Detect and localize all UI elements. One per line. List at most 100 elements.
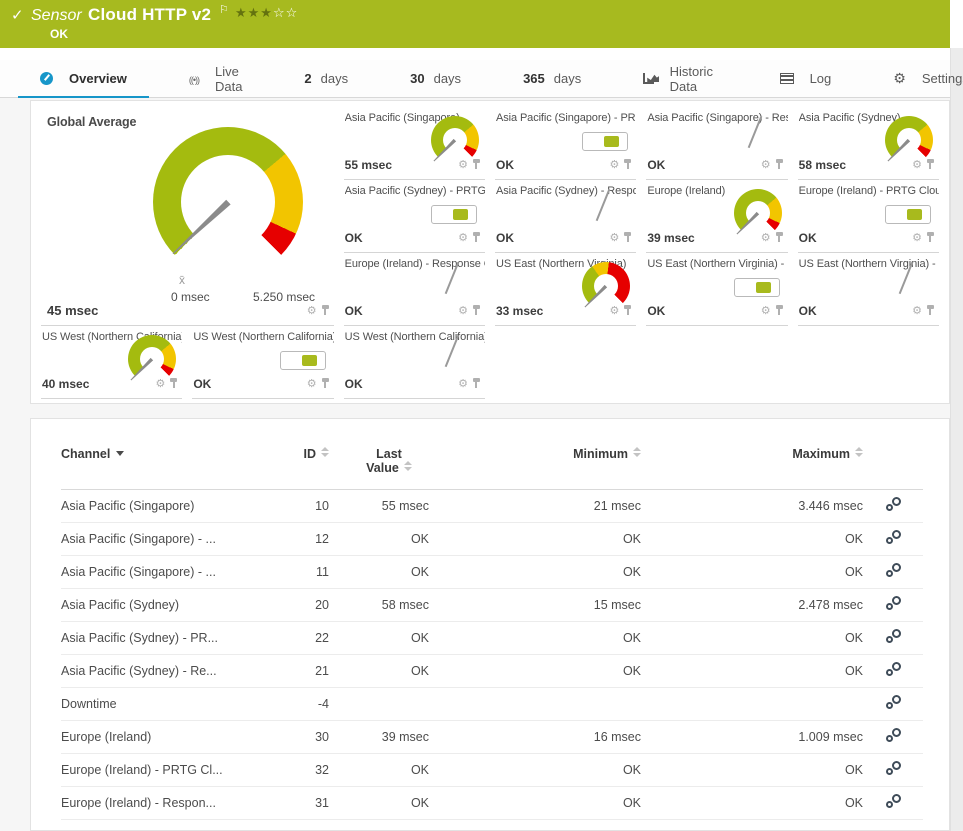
pin-icon[interactable]	[775, 305, 784, 315]
pin-icon[interactable]	[926, 159, 935, 169]
gear-icon[interactable]	[609, 301, 619, 319]
pin-icon[interactable]	[926, 305, 935, 315]
pin-icon[interactable]	[321, 305, 330, 315]
pin-icon[interactable]	[926, 232, 935, 242]
ok-switch-indicator	[582, 132, 629, 151]
tab-settings[interactable]: Settings	[883, 60, 963, 98]
pin-icon[interactable]	[169, 378, 178, 388]
tab-30-days[interactable]: 30 days	[400, 60, 471, 98]
column-header-minimum[interactable]: Minimum	[429, 439, 641, 490]
channel-row-30[interactable]: Europe (Ireland) 30 39 msec 16 msec 1.00…	[61, 720, 923, 754]
gear-icon[interactable]	[458, 228, 468, 246]
channel-settings-icon[interactable]	[885, 695, 901, 710]
gear-icon[interactable]	[609, 228, 619, 246]
channel-settings-icon[interactable]	[885, 794, 901, 809]
channel-name: Europe (Ireland) - Respon...	[61, 786, 249, 820]
gear-icon[interactable]	[912, 228, 922, 246]
cell-actions	[609, 228, 632, 246]
channel-last-value: OK	[495, 231, 514, 245]
column-header-id[interactable]: ID	[249, 439, 329, 490]
gear-icon[interactable]	[307, 374, 317, 392]
channel-id: -4	[249, 687, 329, 721]
pin-icon[interactable]	[472, 305, 481, 315]
channel-settings-icon[interactable]	[885, 629, 901, 644]
channel-row-12[interactable]: Asia Pacific (Singapore) - ... 12 OK OK …	[61, 522, 923, 556]
channel-settings-icon[interactable]	[885, 662, 901, 677]
channel-last-value: OK	[798, 304, 817, 318]
tab-365-days[interactable]: 365 days	[513, 60, 591, 98]
stars-filled: ★★★	[235, 5, 273, 20]
gauge-cell-asia-pacific-singapore: Asia Pacific (Singapore) 55 msec	[343, 107, 485, 180]
page-title: Cloud HTTP v2	[88, 5, 212, 24]
tab-2-days[interactable]: 2 days	[294, 60, 358, 98]
pin-icon[interactable]	[321, 378, 330, 388]
pin-icon[interactable]	[472, 232, 481, 242]
column-header-last-value[interactable]: Last Value	[329, 439, 429, 490]
channel-settings-icon[interactable]	[885, 497, 901, 512]
gear-icon[interactable]	[761, 155, 771, 173]
cell-actions	[458, 228, 481, 246]
channel-gauge-title: Asia Pacific (Singapore) - Res...	[647, 112, 788, 124]
gear-icon[interactable]	[458, 155, 468, 173]
channel-row-10[interactable]: Asia Pacific (Singapore) 10 55 msec 21 m…	[61, 489, 923, 523]
pin-icon[interactable]	[775, 232, 784, 242]
priority-star-rating[interactable]: ★★★☆☆	[235, 5, 298, 21]
gear-icon[interactable]	[458, 301, 468, 319]
sort-desc-icon	[116, 451, 125, 456]
tab-log[interactable]: Log	[770, 60, 842, 98]
gear-icon[interactable]	[912, 155, 922, 173]
pin-icon[interactable]	[623, 159, 632, 169]
pin-icon[interactable]	[623, 305, 632, 315]
gauge-icon	[40, 72, 53, 85]
channel-settings-icon[interactable]	[885, 596, 901, 611]
gear-icon[interactable]	[761, 301, 771, 319]
flag-icon[interactable]: ⚐	[219, 3, 229, 16]
cell-actions	[912, 301, 935, 319]
tab-historic-data[interactable]: Historic Data	[633, 60, 727, 98]
channel-gauge-title: Europe (Ireland) - PRTG Cloud...	[798, 185, 939, 197]
gear-icon[interactable]	[609, 155, 619, 173]
gear-icon[interactable]	[155, 374, 165, 392]
gear-icon[interactable]	[761, 228, 771, 246]
channel-last-value: OK	[495, 158, 514, 172]
channel-row-20[interactable]: Asia Pacific (Sydney) 20 58 msec 15 msec…	[61, 588, 923, 622]
channel-settings-icon[interactable]	[885, 728, 901, 743]
ok-switch-indicator	[430, 205, 477, 224]
cell-actions	[609, 301, 632, 319]
column-header-maximum[interactable]: Maximum	[641, 439, 863, 490]
channel-row-21[interactable]: Asia Pacific (Sydney) - Re... 21 OK OK O…	[61, 654, 923, 688]
channel-settings-icon[interactable]	[885, 761, 901, 776]
channel-last-value: 33 msec	[495, 304, 544, 318]
gear-icon[interactable]	[912, 301, 922, 319]
gauge-cell-us-east-northern-virginia-2: US East (Northern Virginia) - ... OK	[646, 253, 788, 326]
gear-icon[interactable]	[458, 374, 468, 392]
broadcast-icon	[189, 71, 199, 86]
channel-id: 30	[249, 720, 329, 754]
pin-icon[interactable]	[623, 232, 632, 242]
global-average-gauge: x̄	[153, 127, 303, 287]
gauge-cell-us-west-northern-california: US West (Northern California) 40 msec	[41, 326, 183, 399]
channel-maximum: 3.446 msec	[641, 489, 863, 523]
scrollbar-track[interactable]	[950, 48, 963, 831]
tab-live-data[interactable]: Live Data	[179, 60, 253, 98]
cell-actions	[458, 301, 481, 319]
channel-row--4[interactable]: Downtime -4	[61, 687, 923, 721]
channel-settings-icon[interactable]	[885, 563, 901, 578]
channel-maximum: 2.478 msec	[641, 588, 863, 622]
channel-gauge-title: Asia Pacific (Sydney) - PRTG ...	[344, 185, 485, 197]
channel-row-11[interactable]: Asia Pacific (Singapore) - ... 11 OK OK …	[61, 555, 923, 589]
tab-overview[interactable]: Overview	[18, 60, 149, 99]
column-header-channel[interactable]: Channel	[61, 439, 249, 490]
channel-name: Asia Pacific (Sydney)	[61, 588, 249, 622]
channel-last-value: 55 msec	[344, 158, 393, 172]
pin-icon[interactable]	[472, 378, 481, 388]
pin-icon[interactable]	[472, 159, 481, 169]
pin-icon[interactable]	[775, 159, 784, 169]
channel-settings-icon[interactable]	[885, 530, 901, 545]
channel-minimum: 16 msec	[429, 720, 641, 754]
channel-row-32[interactable]: Europe (Ireland) - PRTG Cl... 32 OK OK O…	[61, 753, 923, 787]
channel-row-22[interactable]: Asia Pacific (Sydney) - PR... 22 OK OK O…	[61, 621, 923, 655]
gear-icon[interactable]	[307, 301, 317, 319]
channel-row-31[interactable]: Europe (Ireland) - Respon... 31 OK OK OK	[61, 786, 923, 820]
cell-actions	[609, 155, 632, 173]
